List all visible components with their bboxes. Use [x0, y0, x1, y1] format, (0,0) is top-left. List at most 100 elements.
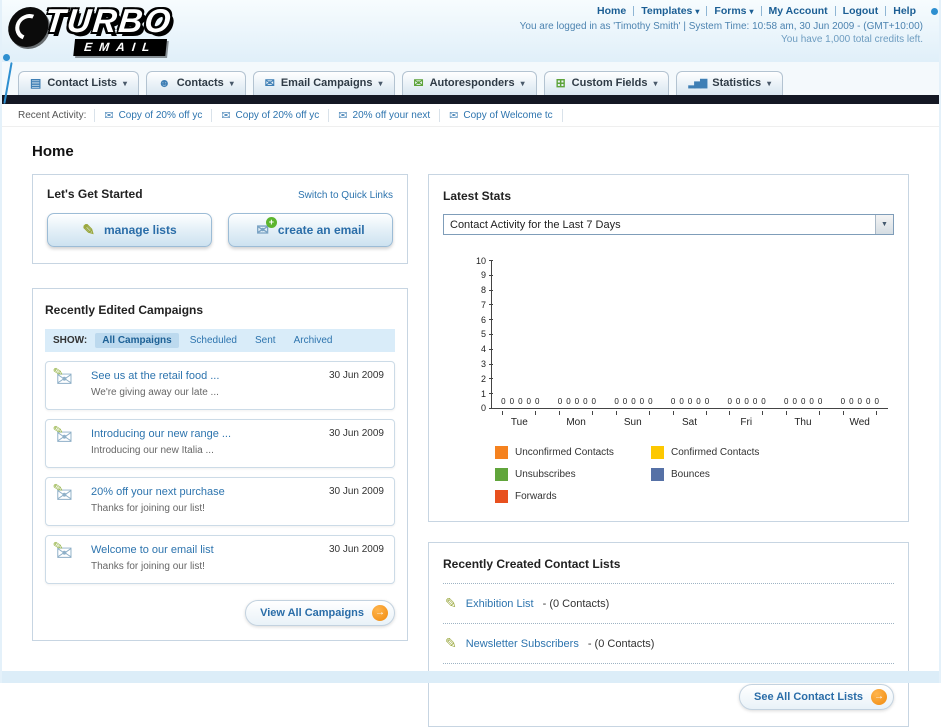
session-info: You are logged in as 'Timothy Smith' | S… — [519, 21, 923, 32]
pencil-icon: ✎ — [51, 480, 65, 496]
top-link-help[interactable]: Help — [886, 5, 923, 17]
chart-x-axis: Tue Mon Sun Sat Fri Thu Wed — [491, 411, 888, 428]
campaigns-panel-title: Recently Edited Campaigns — [45, 303, 204, 317]
value-label: 0 — [704, 397, 710, 406]
chart-group-values: 00000 — [775, 397, 832, 406]
top-link-logout[interactable]: Logout — [836, 5, 886, 17]
main-nav: ▤ Contact Lists ▾ ☻ Contacts ▾ ✉ Email C… — [2, 62, 939, 95]
pencil-icon: ✎ — [445, 635, 457, 651]
legend-item: Forwards — [495, 490, 651, 503]
x-tick-label: Sat — [661, 411, 718, 428]
recent-activity-item[interactable]: ✉ Copy of Welcome tc — [439, 108, 563, 122]
top-link-my-account[interactable]: My Account — [762, 5, 835, 17]
value-label: 0 — [518, 397, 523, 406]
x-tick-label: Mon — [548, 411, 605, 428]
tab-label: Autoresponders — [429, 77, 515, 89]
contact-list-link[interactable]: Exhibition List — [466, 598, 534, 610]
campaign-title-link[interactable]: See us at the retail food ... — [91, 370, 219, 382]
contact-lists-panel-title: Recently Created Contact Lists — [443, 557, 621, 571]
filter-archived[interactable]: Archived — [287, 333, 340, 348]
campaign-row[interactable]: ✉ ✎ 20% off your next purchase Thanks fo… — [45, 477, 395, 526]
chevron-down-icon: ▾ — [767, 78, 772, 88]
campaign-text: 20% off your next purchase Thanks for jo… — [91, 486, 225, 516]
chart-groups: 00000000000000000000000000000000000 — [492, 397, 888, 406]
pencil-icon: ✎ — [51, 538, 65, 554]
bar-chart-icon: ▂▅▇ — [688, 77, 707, 88]
x-tick-label: Tue — [491, 411, 548, 428]
footer-band — [2, 671, 939, 683]
tab-autoresponders[interactable]: ✉ Autoresponders ▾ — [401, 71, 537, 95]
legend-swatch — [651, 446, 664, 459]
top-link-forms[interactable]: Forms ▾ — [707, 5, 760, 17]
value-label: 0 — [865, 397, 871, 406]
chart-group-values: 00000 — [549, 397, 606, 406]
chevron-down-icon: ▾ — [123, 78, 128, 88]
pencil-icon: ✎ — [51, 422, 65, 438]
contact-list-link[interactable]: Newsletter Subscribers — [466, 638, 579, 650]
tab-label: Custom Fields — [571, 77, 648, 89]
tab-contacts[interactable]: ☻ Contacts ▾ — [146, 71, 246, 95]
see-all-contact-lists-button[interactable]: See All Contact Lists → — [738, 684, 894, 710]
x-tick-label: Thu — [775, 411, 832, 428]
activity-item-label: Copy of 20% off yc — [235, 109, 320, 121]
value-label: 0 — [583, 397, 588, 406]
y-tick: 3 — [455, 359, 493, 369]
stats-period-select[interactable]: Contact Activity for the Last 7 Days ▼ — [443, 214, 894, 235]
campaign-title-link[interactable]: Welcome to our email list — [91, 544, 214, 556]
get-started-panel: Let's Get Started Switch to Quick Links … — [32, 174, 408, 264]
recent-campaigns-panel: Recently Edited Campaigns SHOW: All Camp… — [32, 288, 408, 641]
value-label: 0 — [792, 397, 797, 406]
value-label: 0 — [566, 397, 571, 406]
campaign-row[interactable]: ✉ ✎ Welcome to our email list Thanks for… — [45, 535, 395, 584]
legend-label: Forwards — [515, 491, 557, 502]
chart-plot: 10 9 8 7 6 5 4 3 2 1 0 000000000000000000000000000… — [476, 256, 888, 413]
value-label: 0 — [639, 397, 645, 406]
campaign-subtitle: Introducing our new Italia ... — [91, 445, 214, 456]
campaign-row[interactable]: ✉ ✎ Introducing our new range ... Introd… — [45, 419, 395, 468]
tab-email-campaigns[interactable]: ✉ Email Campaigns ▾ — [252, 71, 395, 95]
tab-custom-fields[interactable]: ⊞ Custom Fields ▾ — [543, 71, 670, 95]
contact-list-row[interactable]: ✎ Newsletter Subscribers - (0 Contacts) — [443, 624, 894, 664]
value-label: 0 — [526, 397, 531, 406]
recent-activity-bar: Recent Activity: ✉ Copy of 20% off yc ✉ … — [2, 104, 939, 127]
y-tick: 5 — [455, 329, 493, 339]
filter-scheduled[interactable]: Scheduled — [183, 333, 244, 348]
legend-item: Unconfirmed Contacts — [495, 446, 651, 459]
value-label: 0 — [622, 397, 628, 406]
recent-activity-item[interactable]: ✉ Copy of 20% off yc — [94, 108, 211, 122]
tab-label: Contact Lists — [47, 77, 118, 89]
switch-quick-links-link[interactable]: Switch to Quick Links — [298, 190, 393, 201]
campaign-row[interactable]: ✉ ✎ See us at the retail food ... We're … — [45, 361, 395, 410]
value-label: 0 — [857, 397, 862, 406]
recent-activity-item[interactable]: ✉ Copy of 20% off yc — [211, 108, 328, 122]
filter-all-campaigns[interactable]: All Campaigns — [95, 333, 179, 348]
create-email-button[interactable]: ✉ + create an email — [228, 213, 393, 247]
top-link-templates[interactable]: Templates ▾ — [634, 5, 706, 17]
latest-stats-panel: Latest Stats Contact Activity for the La… — [428, 174, 909, 522]
tab-statistics[interactable]: ▂▅▇ Statistics ▾ — [676, 71, 784, 95]
recent-activity-label: Recent Activity: — [18, 109, 87, 121]
view-all-campaigns-button[interactable]: View All Campaigns → — [245, 600, 395, 626]
recent-activity-item[interactable]: ✉ 20% off your next — [328, 108, 439, 122]
value-label: 0 — [648, 397, 653, 406]
app-logo: TURBO EMAIL — [6, 2, 174, 56]
legend-swatch — [495, 490, 508, 503]
top-link-home[interactable]: Home — [590, 5, 633, 17]
campaign-icon: ✉ ✎ — [52, 480, 80, 516]
y-tick: 0 — [455, 403, 493, 413]
manage-lists-button[interactable]: ✎ manage lists — [47, 213, 212, 247]
tab-contact-lists[interactable]: ▤ Contact Lists ▾ — [18, 71, 140, 95]
campaign-title-link[interactable]: Introducing our new range ... — [91, 428, 231, 440]
header: TURBO EMAIL Home Templates ▾ Forms ▾ My Ac… — [2, 0, 939, 62]
value-label: 0 — [874, 397, 879, 406]
filter-sent[interactable]: Sent — [248, 333, 283, 348]
legend-item: Confirmed Contacts — [651, 446, 807, 459]
get-started-title: Let's Get Started — [47, 187, 143, 201]
campaign-title-link[interactable]: 20% off your next purchase — [91, 486, 225, 498]
header-right: Home Templates ▾ Forms ▾ My Account Logout… — [520, 5, 923, 45]
chevron-down-icon: ▾ — [520, 78, 525, 88]
contact-list-row[interactable]: ✎ Exhibition List - (0 Contacts) — [443, 584, 894, 624]
logo-email-text: EMAIL — [73, 39, 168, 56]
y-tick: 8 — [455, 285, 493, 295]
chevron-down-icon: ▾ — [378, 78, 383, 88]
